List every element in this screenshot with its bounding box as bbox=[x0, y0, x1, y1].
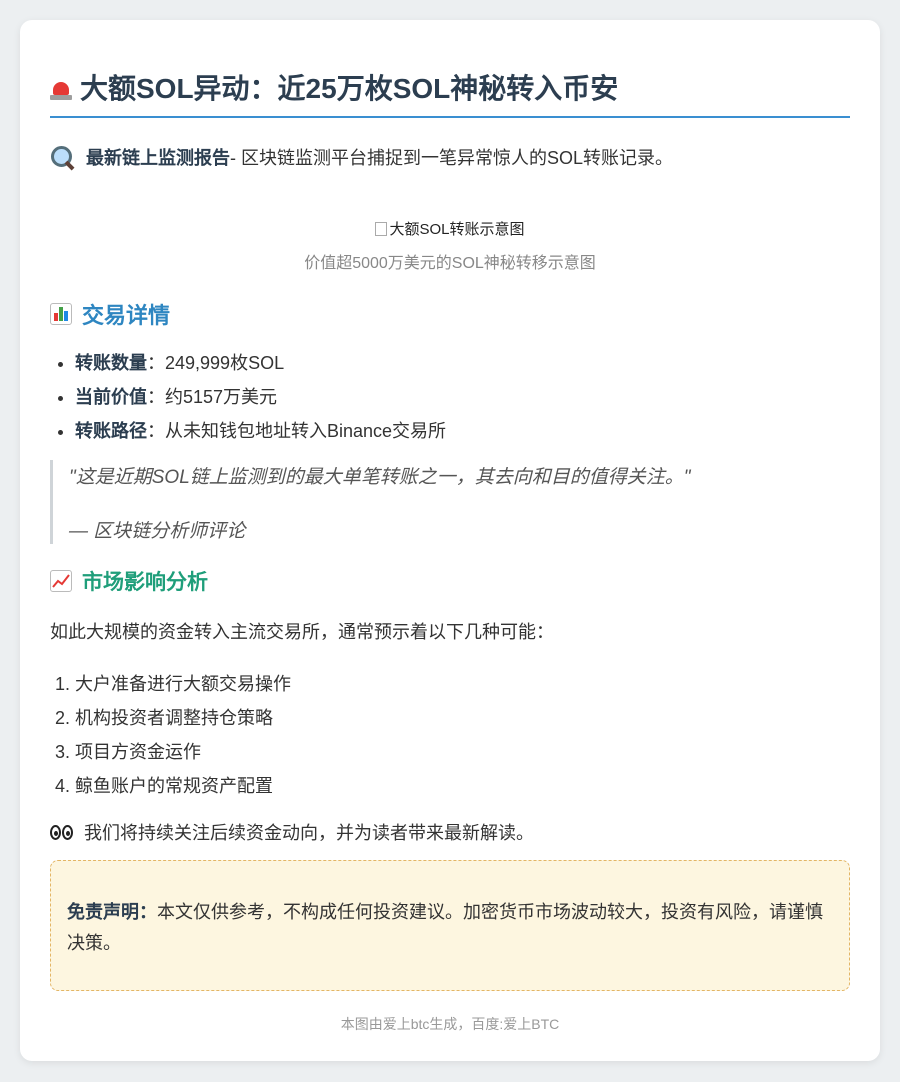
list-item: 鲸鱼账户的常规资产配置 bbox=[75, 769, 291, 803]
title-bar: 大额SOL异动：近25万枚SOL神秘转入币安 bbox=[50, 70, 850, 118]
list-item: 大户准备进行大额交易操作 bbox=[75, 667, 291, 701]
details-list: 转账数量：249,999枚SOL 当前价值：约5157万美元 转账路径：从未知钱… bbox=[50, 346, 446, 448]
broken-image-icon bbox=[375, 222, 388, 236]
bar-chart-icon bbox=[50, 303, 72, 325]
details-heading-text: 交易详情 bbox=[82, 303, 171, 328]
detail-value: ：约5157万美元 bbox=[147, 387, 278, 407]
list-item: 转账路径：从未知钱包地址转入Binance交易所 bbox=[75, 414, 446, 448]
eyes-icon bbox=[50, 824, 74, 840]
follow-up-text: 我们将持续关注后续资金动向，并为读者带来最新解读。 bbox=[84, 823, 534, 843]
list-item: 当前价值：约5157万美元 bbox=[75, 380, 446, 414]
list-item: 转账数量：249,999枚SOL bbox=[75, 346, 446, 380]
quote-text: "这是近期SOL链上监测到的最大单笔转账之一，其去向和目的值得关注。" bbox=[69, 467, 691, 488]
detail-label: 转账路径 bbox=[75, 421, 147, 441]
list-item: 机构投资者调整持仓策略 bbox=[75, 701, 291, 735]
image-alt-text: 大额SOL转账示意图 bbox=[389, 221, 525, 238]
list-item: 项目方资金运作 bbox=[75, 735, 291, 769]
detail-value: ：249,999枚SOL bbox=[147, 353, 285, 373]
image-caption: 价值超5000万美元的SOL神秘转移示意图 bbox=[304, 255, 596, 272]
detail-label: 当前价值 bbox=[75, 387, 147, 407]
analysis-intro: 如此大规模的资金转入主流交易所，通常预示着以下几种可能： bbox=[50, 622, 554, 642]
broken-image: 大额SOL转账示意图 bbox=[20, 218, 880, 239]
intro-paragraph: 最新链上监测报告 - 区块链监测平台捕捉到一笔异常惊人的SOL转账记录。 bbox=[50, 144, 673, 172]
quote-attribution: — 区块链分析师评论 bbox=[69, 521, 246, 542]
page-title: 大额SOL异动：近25万枚SOL神秘转入币安 bbox=[80, 73, 619, 104]
follow-up-line: 我们将持续关注后续资金动向，并为读者带来最新解读。 bbox=[50, 819, 534, 845]
siren-icon bbox=[50, 79, 72, 101]
disclaimer-box: 免责声明：本文仅供参考，不构成任何投资建议。加密货币市场波动较大，投资有风险，请… bbox=[50, 860, 850, 991]
disclaimer-text: 本文仅供参考，不构成任何投资建议。加密货币市场波动较大，投资有风险，请谨慎决策。 bbox=[67, 902, 823, 953]
magnifier-icon bbox=[50, 145, 76, 171]
intro-text: - 区块链监测平台捕捉到一笔异常惊人的SOL转账记录。 bbox=[230, 148, 674, 168]
analysis-heading-text: 市场影响分析 bbox=[82, 571, 208, 594]
footer-note: 本图由爱上btc生成，百度:爱上BTC bbox=[340, 1016, 560, 1032]
possibilities-list: 大户准备进行大额交易操作 机构投资者调整持仓策略 项目方资金运作 鲸鱼账户的常规… bbox=[50, 667, 291, 803]
analysis-heading: 市场影响分析 bbox=[50, 566, 208, 596]
disclaimer-label: 免责声明： bbox=[67, 902, 157, 922]
detail-value: ：从未知钱包地址转入Binance交易所 bbox=[147, 421, 447, 441]
analyst-quote: "这是近期SOL链上监测到的最大单笔转账之一，其去向和目的值得关注。" — 区块… bbox=[50, 460, 849, 544]
details-heading: 交易详情 bbox=[50, 298, 170, 330]
trend-up-icon bbox=[50, 570, 72, 592]
intro-bold: 最新链上监测报告 bbox=[86, 148, 230, 168]
article-card: 大额SOL异动：近25万枚SOL神秘转入币安 最新链上监测报告 - 区块链监测平… bbox=[20, 20, 880, 1061]
detail-label: 转账数量 bbox=[75, 353, 147, 373]
